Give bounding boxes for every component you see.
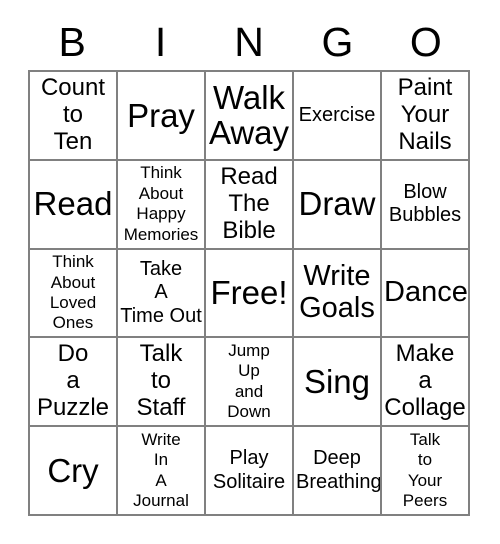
bingo-cell[interactable]: Think About Happy Memories: [118, 160, 206, 250]
header-letter-g: G: [321, 18, 354, 65]
bingo-cell-label: Walk Away: [208, 78, 290, 152]
bingo-cell[interactable]: Play Solitaire: [206, 427, 294, 516]
bingo-cell[interactable]: Write In A Journal: [118, 427, 206, 516]
bingo-cell[interactable]: Think About Loved Ones: [30, 249, 118, 339]
bingo-cell[interactable]: Pray: [118, 72, 206, 161]
bingo-cell-label: Paint Your Nails: [397, 74, 453, 155]
bingo-cell-label: Do a Puzzle: [36, 340, 110, 422]
bingo-cell-label: Talk to Your Peers: [402, 429, 448, 510]
bingo-cell[interactable]: Sing: [294, 338, 382, 428]
bingo-cell-label: Write Goals: [299, 260, 375, 324]
bingo-cell-label: Talk to Staff: [136, 340, 186, 422]
bingo-cell[interactable]: Blow Bubbles: [382, 160, 470, 250]
bingo-cell[interactable]: Dance: [382, 249, 470, 339]
bingo-cell-label: Jump Up and Down: [227, 341, 271, 422]
bingo-cell-label: Deep Breathing: [296, 447, 382, 493]
bingo-cell-free[interactable]: Free!: [206, 249, 294, 339]
bingo-cell-label: Think About Loved Ones: [49, 252, 97, 333]
bingo-cell-label: Write In A Journal: [133, 429, 189, 510]
bingo-cell[interactable]: Paint Your Nails: [382, 72, 470, 161]
bingo-cell[interactable]: Draw: [294, 160, 382, 250]
header-letter-o: O: [409, 18, 442, 65]
bingo-cell[interactable]: Write Goals: [294, 249, 382, 339]
bingo-cell-label: Sing: [303, 362, 371, 400]
header-letter-i: I: [154, 18, 167, 65]
bingo-cell-label: Draw: [298, 185, 376, 223]
bingo-cell[interactable]: Talk to Staff: [118, 338, 206, 428]
bingo-header: B I N G O: [28, 14, 470, 70]
bingo-cell[interactable]: Read The Bible: [206, 160, 294, 250]
bingo-cell-label: Pray: [127, 96, 195, 134]
bingo-cell-label: Dance: [384, 276, 468, 309]
bingo-cell-label: Read The Bible: [220, 162, 278, 244]
bingo-cell-label: Read: [33, 185, 113, 223]
header-letter-b: B: [58, 18, 86, 65]
bingo-cell[interactable]: Do a Puzzle: [30, 338, 118, 428]
bingo-cell-label: Think About Happy Memories: [123, 163, 199, 244]
bingo-cell[interactable]: Make a Collage: [382, 338, 470, 428]
bingo-cell[interactable]: Walk Away: [206, 72, 294, 161]
bingo-cell-label: Play Solitaire: [212, 447, 286, 493]
bingo-cell[interactable]: Talk to Your Peers: [382, 427, 470, 516]
bingo-cell[interactable]: Jump Up and Down: [206, 338, 294, 428]
bingo-cell-label: Take A Time Out: [120, 258, 202, 327]
bingo-grid: Count to Ten Pray Walk Away Exercise Paint Y…: [28, 70, 470, 516]
bingo-cell[interactable]: Deep Breathing: [294, 427, 382, 516]
bingo-cell-label: Cry: [47, 451, 99, 489]
bingo-cell-label: Make a Collage: [384, 340, 466, 422]
bingo-cell[interactable]: Cry: [30, 427, 118, 516]
bingo-cell-label: Free!: [210, 274, 288, 312]
bingo-cell[interactable]: Exercise: [294, 72, 382, 161]
bingo-cell-label: Exercise: [298, 103, 376, 126]
bingo-cell-label: Blow Bubbles: [388, 181, 462, 227]
bingo-cell[interactable]: Read: [30, 160, 118, 250]
bingo-cell-label: Count to Ten: [40, 74, 106, 155]
header-letter-n: N: [234, 18, 264, 65]
bingo-cell[interactable]: Count to Ten: [30, 72, 118, 161]
bingo-card: B I N G O Count to Ten Pray Walk Away Exerc…: [0, 0, 500, 544]
bingo-cell[interactable]: Take A Time Out: [118, 249, 206, 339]
